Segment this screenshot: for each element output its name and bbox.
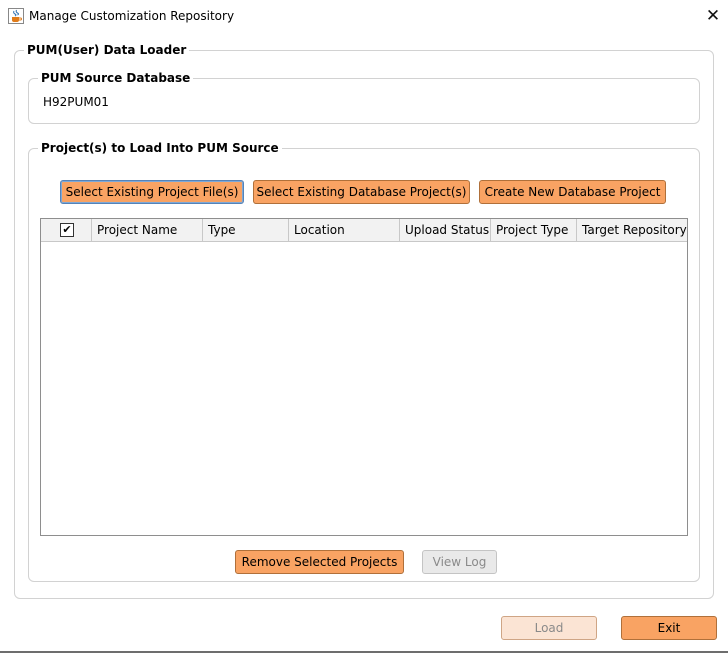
select-project-file-button[interactable]: Select Existing Project File(s) [60,180,244,204]
data-loader-legend: PUM(User) Data Loader [24,43,190,57]
projects-legend: Project(s) to Load Into PUM Source [38,141,282,155]
column-header[interactable]: Project Type [491,219,577,241]
source-database-group: PUM Source Database H92PUM01 [28,71,700,124]
source-database-value: H92PUM01 [43,95,109,109]
column-header[interactable]: Target Repository [577,219,687,241]
title-bar: Manage Customization Repository ✕ [0,0,728,31]
column-header[interactable]: Upload Status [400,219,491,241]
select-database-project-button[interactable]: Select Existing Database Project(s) [253,180,470,204]
projects-table[interactable]: ✔ Project Name Type Location Upload Stat… [40,218,688,536]
table-header: ✔ Project Name Type Location Upload Stat… [41,219,687,242]
load-button[interactable]: Load [501,616,597,640]
view-log-button[interactable]: View Log [422,550,497,574]
column-header[interactable]: Location [289,219,400,241]
select-all-column[interactable]: ✔ [41,219,92,241]
create-database-project-button[interactable]: Create New Database Project [479,180,666,204]
window-title: Manage Customization Repository [29,9,235,23]
source-database-legend: PUM Source Database [38,71,194,85]
column-header[interactable]: Type [203,219,289,241]
java-cup-icon [8,8,24,24]
exit-button[interactable]: Exit [621,616,717,640]
table-body [41,242,687,535]
remove-selected-projects-button[interactable]: Remove Selected Projects [235,550,404,574]
column-header[interactable]: Project Name [92,219,203,241]
close-icon[interactable]: ✕ [700,3,726,29]
select-all-checkbox[interactable]: ✔ [60,223,74,237]
